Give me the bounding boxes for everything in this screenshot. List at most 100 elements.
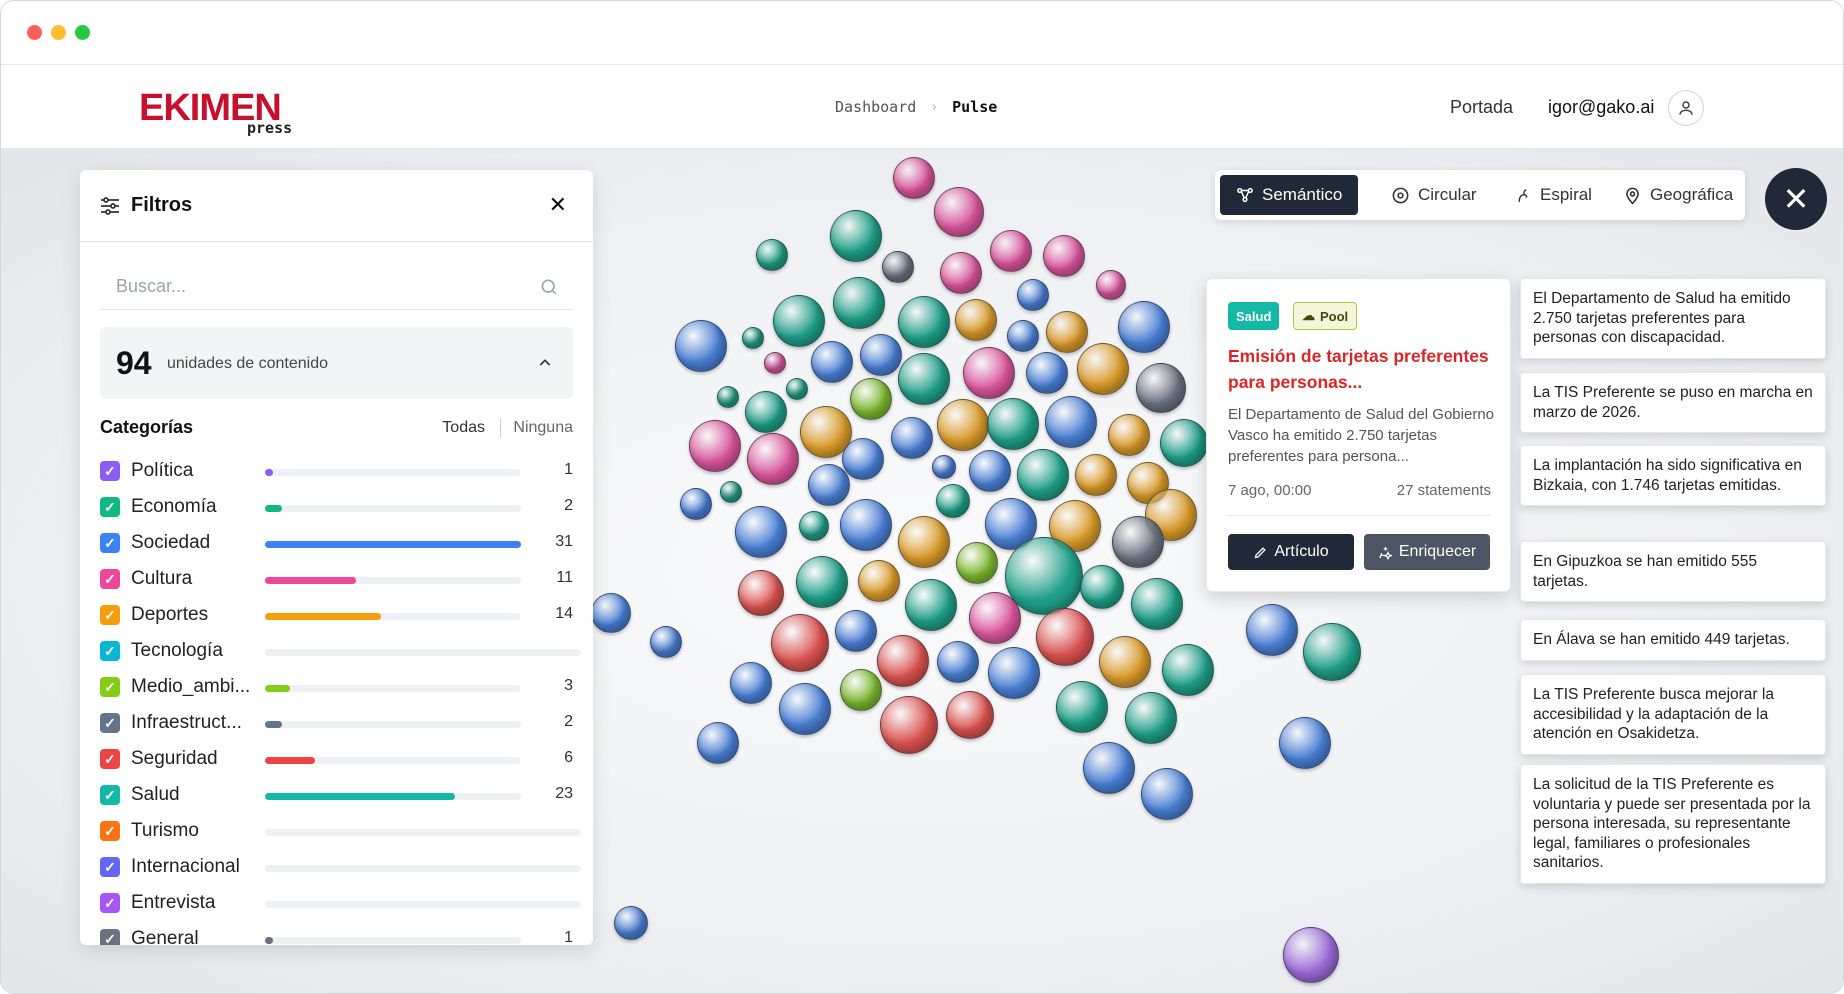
content-bubble[interactable]: [650, 626, 682, 658]
content-bubble[interactable]: [880, 696, 938, 754]
category-row[interactable]: ✓ Internacional: [100, 849, 581, 885]
content-bubble[interactable]: [1246, 604, 1298, 656]
statement-item[interactable]: La TIS Preferente se puso en marcha en m…: [1520, 372, 1826, 433]
portada-link[interactable]: Portada: [1450, 97, 1513, 118]
content-bubble[interactable]: [860, 334, 902, 376]
category-checkbox[interactable]: ✓: [100, 605, 120, 625]
select-all-button[interactable]: Todas: [442, 419, 485, 437]
content-bubble[interactable]: [1077, 343, 1129, 395]
content-bubble[interactable]: [773, 295, 825, 347]
statement-item[interactable]: La implantación ha sido significativa en…: [1520, 445, 1826, 506]
tab-circular[interactable]: Circular: [1375, 175, 1493, 215]
category-row[interactable]: ✓ Tecnología: [100, 633, 581, 669]
select-none-button[interactable]: Ninguna: [500, 419, 573, 437]
category-checkbox[interactable]: ✓: [100, 569, 120, 589]
content-bubble[interactable]: [850, 378, 892, 420]
category-checkbox[interactable]: ✓: [100, 497, 120, 517]
content-bubble[interactable]: [891, 417, 933, 459]
content-bubble[interactable]: [1118, 301, 1170, 353]
content-bubble[interactable]: [1099, 636, 1151, 688]
content-bubble[interactable]: [905, 579, 957, 631]
content-bubble[interactable]: [840, 669, 882, 711]
close-icon[interactable]: ✕: [549, 192, 567, 218]
content-bubble[interactable]: [675, 320, 727, 372]
content-bubble[interactable]: [936, 484, 970, 518]
content-bubble[interactable]: [830, 210, 882, 262]
content-bubble[interactable]: [1075, 454, 1117, 496]
content-bubble[interactable]: [735, 506, 787, 558]
content-bubble[interactable]: [786, 378, 808, 400]
content-bubble[interactable]: [898, 353, 950, 405]
category-checkbox[interactable]: ✓: [100, 677, 120, 697]
content-bubble[interactable]: [882, 251, 914, 283]
category-row[interactable]: ✓ Turismo: [100, 813, 581, 849]
content-bubble[interactable]: [842, 438, 884, 480]
content-bubble[interactable]: [747, 433, 799, 485]
category-checkbox[interactable]: ✓: [100, 641, 120, 661]
content-bubble[interactable]: [764, 352, 786, 374]
content-bubble[interactable]: [833, 277, 885, 329]
close-window-dot[interactable]: [27, 25, 42, 40]
content-bubble[interactable]: [1080, 565, 1124, 609]
content-bubble[interactable]: [955, 299, 997, 341]
content-bubble[interactable]: [1279, 717, 1331, 769]
maximize-window-dot[interactable]: [75, 25, 90, 40]
statement-item[interactable]: En Álava se han emitido 449 tarjetas.: [1520, 619, 1826, 661]
tab-espiral[interactable]: Espiral: [1499, 175, 1608, 215]
enrich-button[interactable]: Enriquecer: [1364, 534, 1490, 570]
content-bubble[interactable]: [877, 635, 929, 687]
content-bubble[interactable]: [1017, 449, 1069, 501]
content-bubble[interactable]: [742, 327, 764, 349]
statement-item[interactable]: La TIS Preferente busca mejorar la acces…: [1520, 674, 1826, 755]
article-button[interactable]: Artículo: [1228, 534, 1354, 570]
content-bubble[interactable]: [680, 488, 712, 520]
content-bubble[interactable]: [1125, 692, 1177, 744]
content-bubble[interactable]: [717, 386, 739, 408]
content-bubble[interactable]: [730, 662, 772, 704]
category-row[interactable]: ✓ Política 1: [100, 453, 573, 489]
content-bubble[interactable]: [1083, 742, 1135, 794]
content-bubble[interactable]: [697, 722, 739, 764]
category-checkbox[interactable]: ✓: [100, 749, 120, 769]
content-bubble[interactable]: [1160, 419, 1208, 467]
category-checkbox[interactable]: ✓: [100, 893, 120, 913]
statement-item[interactable]: El Departamento de Salud ha emitido 2.75…: [1520, 278, 1826, 359]
content-bubble[interactable]: [858, 560, 900, 602]
article-title[interactable]: Emisión de tarjetas preferentes para per…: [1228, 343, 1498, 395]
content-bubble[interactable]: [1056, 681, 1108, 733]
content-bubble[interactable]: [811, 341, 853, 383]
content-bubble[interactable]: [1046, 311, 1088, 353]
content-bubble[interactable]: [1036, 608, 1094, 666]
category-row[interactable]: ✓ Economía 2: [100, 489, 573, 525]
content-bubble[interactable]: [898, 296, 950, 348]
category-row[interactable]: ✓ Entrevista: [100, 885, 581, 921]
content-bubble[interactable]: [898, 516, 950, 568]
statement-item[interactable]: En Gipuzkoa se han emitido 555 tarjetas.: [1520, 541, 1826, 602]
content-bubble[interactable]: [840, 499, 892, 551]
category-row[interactable]: ✓ Sociedad 31: [100, 525, 573, 561]
content-bubble[interactable]: [745, 391, 787, 433]
content-bubble[interactable]: [1303, 623, 1361, 681]
content-bubble[interactable]: [937, 399, 989, 451]
content-bubble[interactable]: [940, 252, 982, 294]
breadcrumb-dashboard[interactable]: Dashboard: [835, 98, 916, 116]
category-checkbox[interactable]: ✓: [100, 713, 120, 733]
content-bubble[interactable]: [1283, 927, 1339, 983]
statement-item[interactable]: La solicitud de la TIS Preferente es vol…: [1520, 764, 1826, 884]
content-bubble[interactable]: [893, 157, 935, 199]
content-bubble[interactable]: [963, 347, 1015, 399]
content-bubble[interactable]: [934, 187, 984, 237]
content-bubble[interactable]: [1017, 279, 1049, 311]
content-bubble[interactable]: [796, 556, 848, 608]
content-bubble[interactable]: [756, 239, 788, 271]
content-bubble[interactable]: [835, 610, 877, 652]
content-bubble[interactable]: [969, 592, 1021, 644]
content-bubble[interactable]: [987, 398, 1039, 450]
content-count-box[interactable]: 94 unidades de contenido: [100, 327, 573, 399]
content-bubble[interactable]: [799, 511, 829, 541]
content-bubble[interactable]: [771, 614, 829, 672]
chevron-up-icon[interactable]: [537, 355, 553, 371]
content-bubble[interactable]: [1096, 270, 1126, 300]
content-bubble[interactable]: [738, 570, 784, 616]
content-bubble[interactable]: [946, 691, 994, 739]
